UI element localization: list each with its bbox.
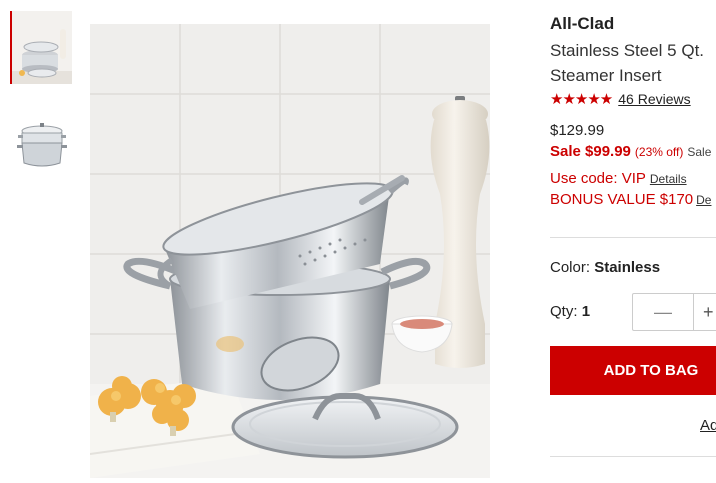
product-brand[interactable]: All-Clad <box>550 14 614 34</box>
product-info-panel: All-Clad Stainless Steel 5 Qt. Steamer I… <box>550 0 716 478</box>
divider-bottom <box>550 456 716 457</box>
discount-percent: (23% off) <box>634 145 684 159</box>
product-title-line-2: Steamer Insert <box>550 66 662 85</box>
qty-value: 1 <box>581 303 591 320</box>
promo-details-link[interactable]: Details <box>650 172 687 186</box>
reviews-link[interactable]: 46 Reviews <box>618 91 690 107</box>
rating-stars-icon: ★★★★★ <box>550 91 613 108</box>
bonus-value-text: BONUS VALUE $170 <box>550 191 694 208</box>
quantity-label: Qty: 1 <box>550 303 590 320</box>
bonus-value-row: BONUS VALUE $170 De <box>550 191 711 208</box>
original-price: $129.99 <box>550 122 605 139</box>
sale-end-text: Sale <box>687 145 712 159</box>
stepper-divider <box>693 294 694 330</box>
thumbnail-2[interactable] <box>12 115 72 188</box>
thumbnail-1-image <box>12 11 72 84</box>
bonus-details-link[interactable]: De <box>696 193 711 207</box>
decrease-quantity-button[interactable]: — <box>633 294 693 330</box>
main-product-image[interactable] <box>89 24 490 478</box>
add-to-bag-label: ADD TO BAG <box>603 362 699 379</box>
thumbnail-2-image <box>12 115 72 175</box>
color-selection: Color: Stainless <box>550 259 660 276</box>
promo-code-text: Use code: VIP <box>550 170 646 187</box>
sale-price-row: Sale $99.99 (23% off) Sale <box>550 143 711 160</box>
product-title-line-1: Stainless Steel 5 Qt. <box>550 41 705 60</box>
color-value: Stainless <box>594 259 661 276</box>
stock-pot-photo <box>89 24 490 478</box>
increase-quantity-button[interactable]: + <box>703 294 714 330</box>
sale-price: Sale $99.99 <box>550 143 631 160</box>
quantity-stepper: — + <box>632 293 716 331</box>
add-to-bag-button[interactable]: ADD TO BAG <box>550 346 716 395</box>
divider <box>550 237 716 238</box>
rating-row: ★★★★★ 46 Reviews <box>550 90 691 108</box>
thumbnail-rail <box>0 0 80 478</box>
qty-label-text: Qty: <box>550 303 578 320</box>
color-label: Color: <box>550 259 591 276</box>
add-to-list-link[interactable]: Ad <box>700 417 716 434</box>
promo-code-row: Use code: VIP Details <box>550 170 687 187</box>
product-title: Stainless Steel 5 Qt. Steamer Insert <box>550 38 704 88</box>
thumbnail-1[interactable] <box>10 11 72 84</box>
